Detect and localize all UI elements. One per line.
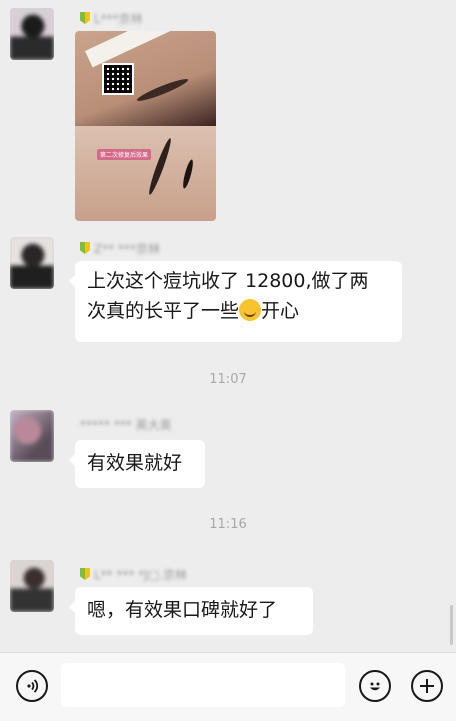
badge-icon [80,568,90,580]
message-bubble[interactable]: 上次这个痘坑收了 12800,做了两 次真的长平了一些 开心 [69,261,402,342]
message-text: 开心 [261,300,300,322]
emoji-button[interactable] [359,670,391,702]
sender-name: ***** *** 英大奥 [80,417,172,432]
image-message[interactable]: 第二次修复后效果 [75,31,216,221]
photo-label: 第二次修复后效果 [97,149,152,160]
message-text: 次真的长平了一些 [87,300,240,322]
sender-name: L***京林 [80,10,143,26]
more-button[interactable] [411,670,443,702]
message-input[interactable] [61,663,345,707]
avatar[interactable] [10,237,54,289]
message-bubble[interactable]: 嗯，有效果口碑就好了 [69,587,313,635]
avatar[interactable] [10,8,54,60]
badge-icon [80,242,90,254]
sender-name: Z** ***京林 [80,240,160,256]
scrollbar[interactable] [450,605,453,645]
message-text: 有效果就好 [87,452,183,474]
message-text: 上次这个痘坑收了 12800,做了两 [87,270,369,292]
emoji-icon [370,682,380,691]
avatar[interactable] [10,560,54,612]
timestamp: 11:16 [209,517,247,532]
hugging-face-emoji-icon [239,299,262,321]
message-text: 嗯，有效果口碑就好了 [87,599,278,621]
voice-icon [27,679,39,693]
badge-icon [80,12,90,24]
message-bubble[interactable]: 有效果就好 [69,440,205,488]
voice-button[interactable] [16,670,48,702]
qr-code-icon [102,63,134,95]
plus-icon [420,679,434,693]
sender-name: L** *** *J□.京林 [80,566,187,582]
chat-input-bar [0,652,456,721]
timestamp: 11:07 [209,372,247,387]
avatar[interactable] [10,410,54,462]
